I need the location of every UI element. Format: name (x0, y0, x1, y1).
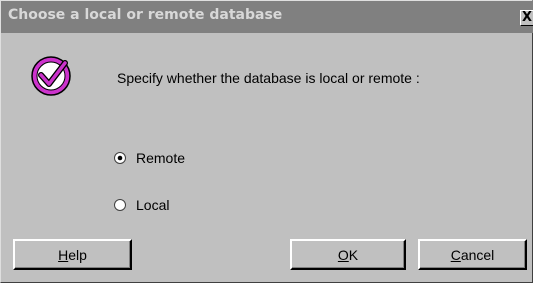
help-button[interactable]: Help (13, 239, 132, 270)
help-mnemonic: H (58, 246, 69, 263)
close-button[interactable]: X (520, 10, 533, 26)
radio-button-selected[interactable] (114, 152, 126, 164)
cancel-button[interactable]: Cancel (418, 239, 527, 270)
ok-mnemonic: O (337, 246, 349, 263)
radio-option-local[interactable]: Local (114, 197, 169, 213)
radio-button-unselected[interactable] (114, 199, 126, 211)
ok-button[interactable]: OK (290, 239, 406, 270)
prompt-text: Specify whether the database is local or… (117, 70, 420, 86)
checkmark-icon (31, 56, 71, 96)
window-title: Choose a local or remote database (8, 7, 283, 23)
cancel-label: ancel (460, 246, 495, 263)
help-label: elp (68, 246, 87, 263)
ok-label: K (348, 246, 359, 263)
radio-option-remote[interactable]: Remote (114, 150, 185, 166)
cancel-mnemonic: C (450, 246, 461, 263)
radio-label-local: Local (136, 197, 170, 213)
title-bar[interactable]: Choose a local or remote database X (1, 1, 533, 33)
database-choice-dialog: Choose a local or remote database X Spec… (0, 0, 533, 283)
radio-label-remote: Remote (136, 150, 186, 166)
